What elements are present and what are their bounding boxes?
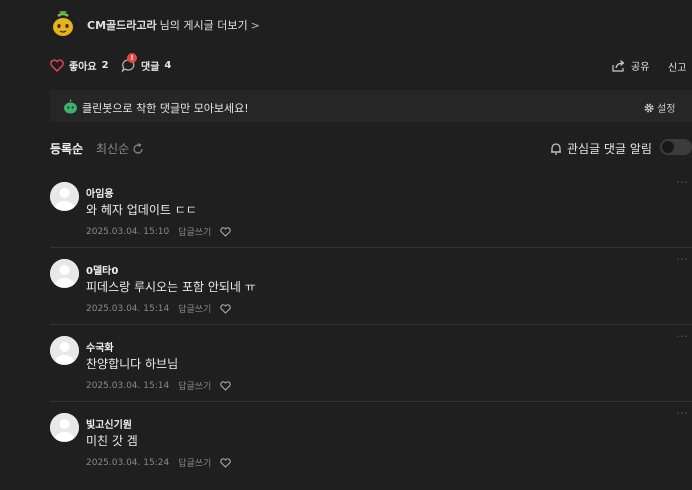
comment-text: 미친 갓 겜 <box>86 434 138 448</box>
default-avatar-icon <box>50 182 79 211</box>
comment-text: 찬양합니다 하브님 <box>86 357 179 371</box>
cleanbot-icon <box>63 99 78 114</box>
toggle-knob <box>662 141 674 153</box>
cleanbot-message: 클린봇으로 착한 댓글만 모아보세요! <box>82 102 249 115</box>
comment-meta: 2025.03.04. 15:10 답글쓰기 <box>86 225 232 238</box>
comment-date: 2025.03.04. 15:10 <box>86 226 170 237</box>
comment-meta: 2025.03.04. 15:14 답글쓰기 <box>86 302 232 315</box>
comment-badge: ! <box>127 53 137 63</box>
default-avatar-icon <box>50 413 79 442</box>
commenter-nickname[interactable]: 아임용 <box>86 185 114 200</box>
more-dots-icon[interactable]: ⋯ <box>676 329 689 343</box>
comment-date: 2025.03.04. 15:14 <box>86 380 170 391</box>
author-posts-link-label: 님의 게시글 더보기 <box>159 19 248 32</box>
comment-notify: 관심글 댓글 알림 <box>550 140 652 157</box>
comment-meta: 2025.03.04. 15:14 답글쓰기 <box>86 379 232 392</box>
commenter-nickname[interactable]: 0델타0 <box>86 262 118 277</box>
comment-notify-label: 관심글 댓글 알림 <box>567 142 652 156</box>
sort-registered-tab[interactable]: 등록순 <box>50 140 83 157</box>
more-dots-icon[interactable]: ⋯ <box>676 406 689 420</box>
commenter-avatar[interactable] <box>50 182 79 211</box>
reply-button[interactable]: 답글쓰기 <box>178 379 211 392</box>
commenter-avatar[interactable] <box>50 336 79 365</box>
default-avatar-icon <box>50 336 79 365</box>
author-name: CM골드라고라 <box>87 19 157 32</box>
commenter-avatar[interactable] <box>50 413 79 442</box>
refresh-icon <box>133 142 143 154</box>
default-avatar-icon <box>50 259 79 288</box>
comment-label: 댓글 <box>141 62 160 73</box>
heart-outline-icon[interactable] <box>220 457 232 468</box>
sort-latest-label: 최신순 <box>96 142 130 156</box>
comment-date: 2025.03.04. 15:24 <box>86 457 170 468</box>
like-count: 2 <box>101 60 109 71</box>
share-label: 공유 <box>631 62 650 73</box>
gear-icon <box>644 102 654 113</box>
share-button[interactable]: 공유 <box>612 58 649 73</box>
reply-button[interactable]: 답글쓰기 <box>178 302 211 315</box>
cleanbot-settings-button[interactable]: 설정 <box>644 100 675 115</box>
author-avatar[interactable] <box>50 10 76 37</box>
comment-button[interactable]: ! 댓글 4 <box>121 53 172 73</box>
like-button[interactable]: 좋아요 2 <box>50 58 109 73</box>
chevron-right-icon: > <box>250 18 260 32</box>
more-dots-icon[interactable]: ⋯ <box>676 175 689 189</box>
reply-button[interactable]: 답글쓰기 <box>178 456 211 469</box>
commenter-nickname[interactable]: 수국화 <box>86 339 114 354</box>
comment-divider <box>50 247 692 248</box>
report-button[interactable]: 신고 <box>668 59 686 74</box>
comment-text: 와 헤자 업데이트 ㄷㄷ <box>86 203 197 217</box>
comment-divider <box>50 324 692 325</box>
more-dots-icon[interactable]: ⋯ <box>676 252 689 266</box>
comment-item: 빛고신기원 미친 갓 겜 2025.03.04. 15:24 답글쓰기 ⋯ <box>50 406 692 490</box>
golden-mandrake-icon <box>53 10 73 36</box>
heart-outline-icon[interactable] <box>220 380 232 391</box>
settings-label: 설정 <box>657 104 676 115</box>
comment-count: 4 <box>164 60 172 71</box>
speech-bubble-icon: ! <box>121 53 137 73</box>
comment-meta: 2025.03.04. 15:24 답글쓰기 <box>86 456 232 469</box>
comment-divider <box>50 401 692 402</box>
sort-latest-tab[interactable]: 최신순 <box>96 140 144 157</box>
heart-outline-icon[interactable] <box>220 226 232 237</box>
comment-text: 피데스랑 루시오는 포함 안되네 ㅠ <box>86 280 256 294</box>
like-label: 좋아요 <box>69 62 97 73</box>
heart-outline-icon[interactable] <box>220 303 232 314</box>
author-posts-link[interactable]: CM골드라고라 님의 게시글 더보기 > <box>87 17 260 33</box>
commenter-nickname[interactable]: 빛고신기원 <box>86 416 132 431</box>
commenter-avatar[interactable] <box>50 259 79 288</box>
reply-button[interactable]: 답글쓰기 <box>178 225 211 238</box>
bell-icon <box>551 143 561 155</box>
share-icon <box>612 60 625 72</box>
comment-date: 2025.03.04. 15:14 <box>86 303 170 314</box>
heart-icon <box>50 59 64 72</box>
